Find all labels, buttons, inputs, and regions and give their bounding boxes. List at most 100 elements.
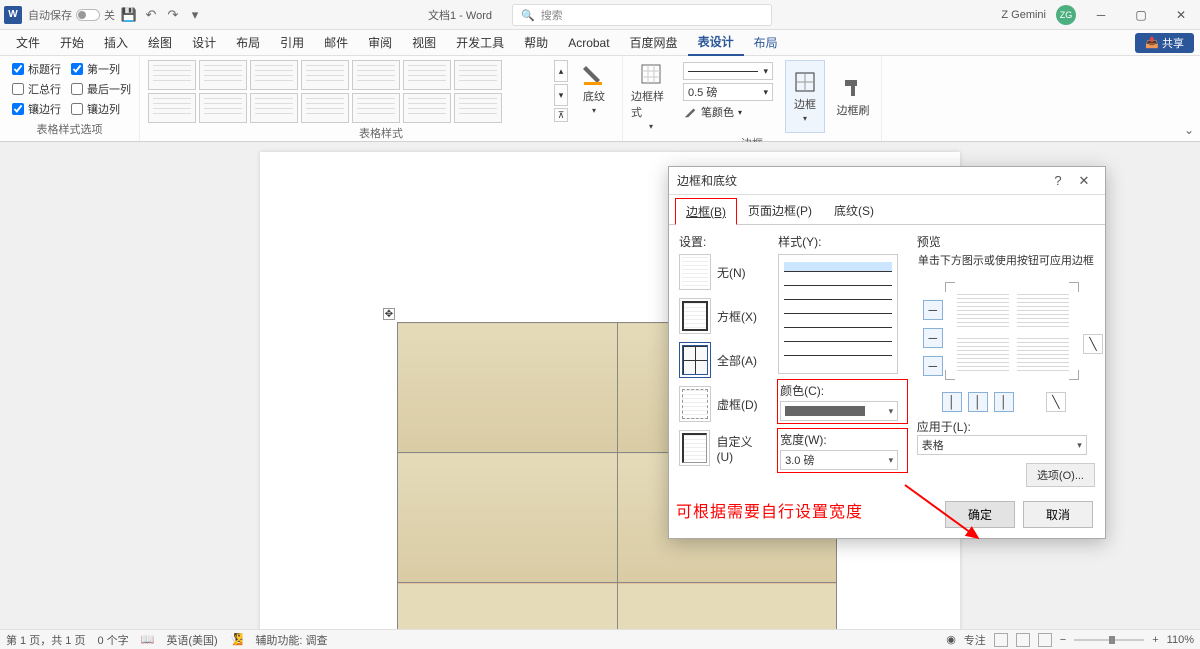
border-painter-button[interactable]: 边框刷 xyxy=(833,60,873,133)
status-accessibility[interactable]: 辅助功能: 调查 xyxy=(255,632,327,648)
dialog-close-icon[interactable]: ✕ xyxy=(1071,173,1097,189)
style-thumb[interactable] xyxy=(148,60,196,90)
apply-to-combo[interactable]: 表格▾ xyxy=(917,435,1087,455)
cancel-button[interactable]: 取消 xyxy=(1023,501,1093,528)
dialog-help-icon[interactable]: ? xyxy=(1045,173,1071,188)
tab-table-design[interactable]: 表设计 xyxy=(688,30,744,56)
style-thumb[interactable] xyxy=(403,93,451,123)
search-input[interactable]: 🔍 搜索 xyxy=(512,4,772,26)
collapse-ribbon-icon[interactable]: ⌄ xyxy=(1184,123,1194,137)
maximize-button[interactable]: ▢ xyxy=(1126,3,1156,27)
tab-design[interactable]: 设计 xyxy=(182,30,226,56)
width-combo[interactable]: 3.0 磅▾ xyxy=(780,450,898,470)
tab-table-layout[interactable]: 布局 xyxy=(744,30,788,56)
status-focus[interactable]: 专注 xyxy=(964,632,986,648)
view-print-icon[interactable] xyxy=(1016,633,1030,647)
user-avatar[interactable]: ZG xyxy=(1056,5,1076,25)
border-right-icon[interactable]: │ xyxy=(994,392,1014,412)
tab-draw[interactable]: 绘图 xyxy=(138,30,182,56)
color-combo[interactable]: ▾ xyxy=(780,401,898,421)
style-thumb[interactable] xyxy=(250,93,298,123)
tab-view[interactable]: 视图 xyxy=(402,30,446,56)
tab-layout[interactable]: 布局 xyxy=(226,30,270,56)
tab-insert[interactable]: 插入 xyxy=(94,30,138,56)
tab-baidu[interactable]: 百度网盘 xyxy=(620,30,688,56)
tab-review[interactable]: 审阅 xyxy=(358,30,402,56)
dialog-tab-border[interactable]: 边框(B) xyxy=(675,198,737,225)
setting-none[interactable]: 无(N) xyxy=(679,254,768,290)
style-thumb[interactable] xyxy=(454,60,502,90)
setting-grid[interactable]: 虚框(D) xyxy=(679,386,768,422)
table-move-handle-icon[interactable]: ✥ xyxy=(383,308,395,320)
border-style-button[interactable]: 边框样式 ▾ xyxy=(631,60,671,133)
style-thumb[interactable] xyxy=(199,93,247,123)
check-total-row[interactable]: 汇总行 xyxy=(8,80,65,98)
tab-devtools[interactable]: 开发工具 xyxy=(446,30,514,56)
border-bottom-icon[interactable]: ─ xyxy=(923,356,943,376)
zoom-value[interactable]: 110% xyxy=(1167,634,1194,646)
gallery-more-icon[interactable]: ⊼ xyxy=(554,108,568,122)
status-words[interactable]: 0 个字 xyxy=(97,632,128,648)
status-spellcheck-icon[interactable]: 📖 xyxy=(141,633,155,646)
view-web-icon[interactable] xyxy=(1038,633,1052,647)
style-thumb[interactable] xyxy=(199,60,247,90)
status-lang[interactable]: 英语(美国) xyxy=(166,632,217,648)
border-line-combo[interactable]: ▾ xyxy=(683,62,773,80)
style-thumb[interactable] xyxy=(250,60,298,90)
style-listbox[interactable] xyxy=(778,254,898,374)
undo-icon[interactable]: ↶ xyxy=(143,7,159,23)
border-mid-h-icon[interactable]: ─ xyxy=(923,328,943,348)
dialog-tab-shading[interactable]: 底纹(S) xyxy=(823,197,885,224)
tab-help[interactable]: 帮助 xyxy=(514,30,558,56)
check-header-row[interactable]: 标题行 xyxy=(8,60,65,78)
qat-more-icon[interactable]: ▾ xyxy=(187,7,203,23)
redo-icon[interactable]: ↷ xyxy=(165,7,181,23)
style-thumb[interactable] xyxy=(352,93,400,123)
setting-box[interactable]: 方框(X) xyxy=(679,298,768,334)
style-thumb[interactable] xyxy=(454,93,502,123)
zoom-out-icon[interactable]: − xyxy=(1060,634,1066,646)
minimize-button[interactable]: ─ xyxy=(1086,3,1116,27)
share-button[interactable]: 📤共享 xyxy=(1135,33,1194,53)
table-styles-gallery[interactable] xyxy=(148,60,548,123)
border-diag-icon[interactable]: ╲ xyxy=(1083,334,1103,354)
tab-file[interactable]: 文件 xyxy=(6,30,50,56)
check-banded-col[interactable]: 镶边列 xyxy=(67,100,135,118)
gallery-up-icon[interactable]: ▴ xyxy=(554,60,568,82)
status-accessibility-icon[interactable]: 🧏 xyxy=(230,633,244,646)
shading-button[interactable]: 底纹 ▾ xyxy=(574,60,614,117)
tab-mail[interactable]: 邮件 xyxy=(314,30,358,56)
view-read-icon[interactable] xyxy=(994,633,1008,647)
tab-home[interactable]: 开始 xyxy=(50,30,94,56)
gallery-down-icon[interactable]: ▾ xyxy=(554,84,568,106)
borders-button[interactable]: 边框 ▾ xyxy=(785,60,825,133)
tab-references[interactable]: 引用 xyxy=(270,30,314,56)
style-thumb[interactable] xyxy=(403,60,451,90)
tab-acrobat[interactable]: Acrobat xyxy=(558,30,619,56)
setting-custom[interactable]: 自定义(U) xyxy=(679,430,768,466)
setting-all[interactable]: 全部(A) xyxy=(679,342,768,378)
border-mid-v-icon[interactable]: │ xyxy=(968,392,988,412)
close-button[interactable]: ✕ xyxy=(1166,3,1196,27)
focus-mode-icon[interactable]: ◉ xyxy=(946,633,956,646)
save-icon[interactable]: 💾 xyxy=(121,7,137,23)
border-diag2-icon[interactable]: ╲ xyxy=(1046,392,1066,412)
style-thumb[interactable] xyxy=(301,60,349,90)
zoom-slider[interactable] xyxy=(1074,639,1144,641)
autosave-toggle[interactable]: 自动保存 关 xyxy=(28,7,115,23)
status-page[interactable]: 第 1 页，共 1 页 xyxy=(6,632,85,648)
zoom-in-icon[interactable]: + xyxy=(1152,634,1158,646)
preview-box[interactable]: ─ ─ ─ ╲ │ │ │ ╲ xyxy=(917,274,1095,414)
style-thumb[interactable] xyxy=(352,60,400,90)
check-banded-row[interactable]: 镶边行 xyxy=(8,100,65,118)
border-weight-combo[interactable]: 0.5 磅▾ xyxy=(683,83,773,101)
check-first-col[interactable]: 第一列 xyxy=(67,60,135,78)
border-top-icon[interactable]: ─ xyxy=(923,300,943,320)
options-button[interactable]: 选项(O)... xyxy=(1026,463,1095,487)
border-left-icon[interactable]: │ xyxy=(942,392,962,412)
check-last-col[interactable]: 最后一列 xyxy=(67,80,135,98)
pen-color-button[interactable]: 笔颜色 ▾ xyxy=(683,104,773,120)
dialog-tab-page-border[interactable]: 页面边框(P) xyxy=(737,197,823,224)
style-thumb[interactable] xyxy=(148,93,196,123)
style-thumb[interactable] xyxy=(301,93,349,123)
